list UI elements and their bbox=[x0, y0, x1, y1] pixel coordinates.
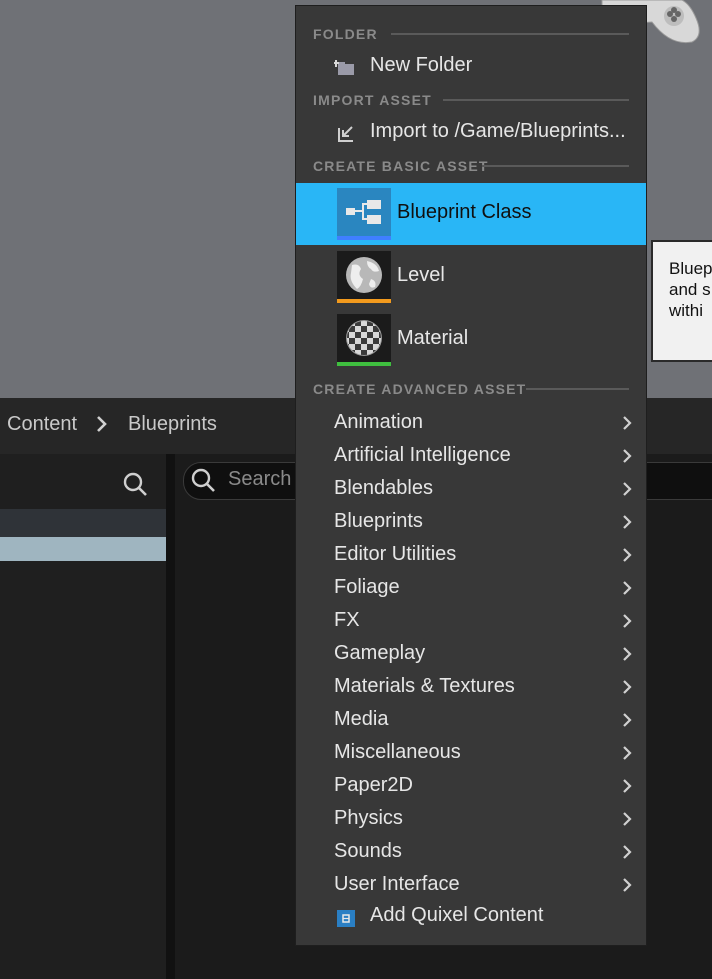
asset-type-bar bbox=[337, 236, 391, 240]
new-folder-item[interactable]: New Folder bbox=[334, 52, 634, 82]
quixel-icon bbox=[337, 910, 355, 927]
chevron-right-icon bbox=[623, 515, 632, 529]
submenu-item-artificial-intelligence[interactable]: Artificial Intelligence bbox=[296, 439, 646, 472]
submenu-label: FX bbox=[334, 609, 360, 631]
submenu-label: Paper2D bbox=[334, 774, 413, 796]
material-label: Material bbox=[397, 327, 469, 349]
panel-splitter[interactable] bbox=[166, 454, 175, 979]
tooltip-line: withi bbox=[669, 301, 704, 320]
add-quixel-content-label: Add Quixel Content bbox=[370, 904, 544, 926]
submenu-label: Miscellaneous bbox=[334, 741, 461, 763]
tooltip-line: Bluep bbox=[669, 259, 712, 278]
submenu-item-paper2d[interactable]: Paper2D bbox=[296, 769, 646, 802]
chevron-right-icon bbox=[623, 614, 632, 628]
chevron-right-icon bbox=[97, 416, 107, 432]
chevron-right-icon bbox=[623, 812, 632, 826]
chevron-right-icon bbox=[623, 548, 632, 562]
submenu-item-editor-utilities[interactable]: Editor Utilities bbox=[296, 538, 646, 571]
submenu-label: Sounds bbox=[334, 840, 402, 862]
submenu-item-materials-textures[interactable]: Materials & Textures bbox=[296, 670, 646, 703]
new-folder-label: New Folder bbox=[370, 54, 473, 76]
section-header-create-basic: CREATE BASIC ASSET bbox=[313, 158, 489, 174]
level-label: Level bbox=[397, 264, 445, 286]
submenu-item-miscellaneous[interactable]: Miscellaneous bbox=[296, 736, 646, 769]
submenu-label: Gameplay bbox=[334, 642, 426, 664]
import-icon bbox=[338, 126, 353, 142]
section-divider bbox=[526, 388, 629, 390]
submenu-label: Blendables bbox=[334, 477, 433, 499]
asset-type-bar bbox=[337, 362, 391, 366]
section-header-create-advanced: CREATE ADVANCED ASSET bbox=[313, 381, 527, 397]
new-folder-icon bbox=[334, 60, 354, 75]
submenu-item-sounds[interactable]: Sounds bbox=[296, 835, 646, 868]
material-item[interactable]: Material bbox=[296, 309, 646, 371]
submenu-item-user-interface[interactable]: User Interface bbox=[296, 868, 646, 901]
submenu-item-media[interactable]: Media bbox=[296, 703, 646, 736]
asset-type-bar bbox=[337, 299, 391, 303]
submenu-label: Animation bbox=[334, 411, 423, 433]
submenu-item-blendables[interactable]: Blendables bbox=[296, 472, 646, 505]
search-icon bbox=[191, 468, 215, 492]
import-label: Import to /Game/Blueprints... bbox=[370, 120, 626, 142]
chevron-right-icon bbox=[623, 713, 632, 727]
submenu-item-physics[interactable]: Physics bbox=[296, 802, 646, 835]
submenu-label: Artificial Intelligence bbox=[334, 444, 511, 466]
breadcrumb-item-blueprints[interactable]: Blueprints bbox=[128, 413, 217, 436]
submenu-label: Physics bbox=[334, 807, 403, 829]
chevron-right-icon bbox=[623, 746, 632, 760]
section-divider bbox=[482, 165, 629, 167]
submenu-item-gameplay[interactable]: Gameplay bbox=[296, 637, 646, 670]
asset-tooltip: Bluep and s withi bbox=[651, 240, 712, 362]
submenu-label: Editor Utilities bbox=[334, 543, 457, 565]
checker-sphere-icon bbox=[337, 314, 391, 366]
submenu-label: Foliage bbox=[334, 576, 400, 598]
breadcrumb-item-content[interactable]: Content bbox=[7, 413, 77, 436]
section-divider bbox=[391, 33, 629, 35]
globe-icon bbox=[337, 251, 391, 303]
chevron-right-icon bbox=[623, 845, 632, 859]
chevron-right-icon bbox=[623, 482, 632, 496]
blueprint-class-label: Blueprint Class bbox=[397, 201, 532, 223]
submenu-item-fx[interactable]: FX bbox=[296, 604, 646, 637]
section-header-folder: FOLDER bbox=[313, 26, 378, 42]
submenu-label: Blueprints bbox=[334, 510, 423, 532]
submenu-label: User Interface bbox=[334, 873, 460, 895]
submenu-item-animation[interactable]: Animation bbox=[296, 406, 646, 439]
chevron-right-icon bbox=[623, 581, 632, 595]
submenu-label: Media bbox=[334, 708, 389, 730]
level-item[interactable]: Level bbox=[296, 246, 646, 308]
blueprint-class-icon bbox=[337, 188, 391, 240]
chevron-right-icon bbox=[623, 449, 632, 463]
chevron-right-icon bbox=[623, 680, 632, 694]
chevron-right-icon bbox=[623, 416, 632, 430]
folder-tree-row-selected[interactable] bbox=[0, 537, 166, 561]
submenu-item-blueprints[interactable]: Blueprints bbox=[296, 505, 646, 538]
blueprint-class-item[interactable]: Blueprint Class bbox=[296, 183, 646, 245]
tooltip-line: and s bbox=[669, 280, 711, 299]
submenu-label: Materials & Textures bbox=[334, 675, 515, 697]
section-header-import: IMPORT ASSET bbox=[313, 92, 432, 108]
submenu-item-foliage[interactable]: Foliage bbox=[296, 571, 646, 604]
chevron-right-icon bbox=[623, 647, 632, 661]
section-divider bbox=[443, 99, 629, 101]
search-icon[interactable] bbox=[122, 471, 148, 497]
chevron-right-icon bbox=[623, 878, 632, 892]
chevron-right-icon bbox=[623, 779, 632, 793]
search-placeholder: Search bbox=[228, 468, 292, 490]
import-item[interactable]: Import to /Game/Blueprints... bbox=[334, 118, 634, 148]
add-quixel-content-item[interactable]: Add Quixel Content bbox=[334, 902, 634, 932]
folder-tree-row[interactable] bbox=[0, 509, 166, 537]
